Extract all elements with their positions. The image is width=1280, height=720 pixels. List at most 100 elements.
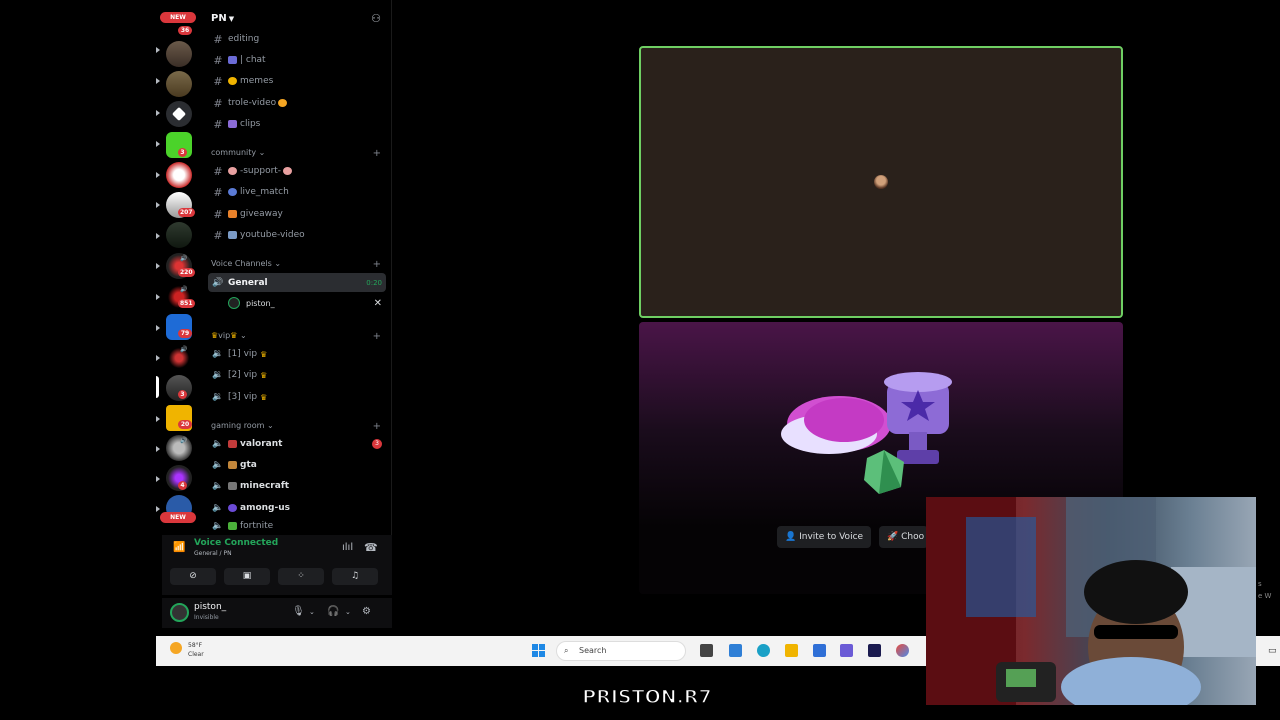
category-community[interactable]: community ⌄ + [211,148,381,159]
chevron-down-icon[interactable]: ⌄ [309,608,315,616]
member-name: piston_ [246,298,275,308]
microphone-icon[interactable]: 🎙 [292,606,305,617]
channel-editing[interactable]: # editing [208,30,386,48]
category-voice-channels[interactable]: Voice Channels ⌄ + [211,259,381,270]
server-icon[interactable] [166,71,192,97]
category-vip[interactable]: ♛vip♛ ⌄ + [211,331,381,342]
channel-live-match[interactable]: # live_match [208,183,386,201]
voice-channel-vip-1[interactable]: 🔉 [1] vip ♛ [208,345,386,363]
store-icon[interactable] [729,644,742,657]
voice-channel-vip-2[interactable]: 🔉 [2] vip ♛ [208,366,386,384]
add-channel-icon[interactable]: + [373,421,381,432]
hash-icon: # [213,117,223,131]
server-icon[interactable] [166,345,192,371]
expand-arrow-icon [156,172,160,178]
screen-share-button[interactable]: ▣ [224,568,270,585]
category-gaming-room[interactable]: gaming room ⌄ + [211,421,381,432]
mention-badge: 851 [178,299,195,308]
channel-giveaway[interactable]: # giveaway [208,205,386,223]
voice-channel-minecraft[interactable]: 🔈 minecraft [208,477,386,495]
category-label: gaming room [211,421,265,430]
channel-support[interactable]: # -support- [208,162,386,180]
copilot-icon[interactable] [896,644,909,657]
participant-tile[interactable] [639,46,1123,318]
noise-suppression-icon[interactable]: ılıl [342,542,353,553]
avatar[interactable] [170,603,189,622]
channel-clips[interactable]: # clips [208,115,386,133]
voice-member-piston[interactable]: piston_ ✕ [228,294,386,312]
channel-emoji-icon [278,99,288,107]
windows-start-icon[interactable] [532,644,546,658]
expand-arrow-icon [156,325,160,331]
voice-channel-vip-3[interactable]: 🔉 [3] vip ♛ [208,388,386,406]
tray-icon[interactable]: ▭ [1268,646,1277,656]
speaker-icon: 🔈 [212,503,224,513]
speaker-icon: 🔊 [180,346,188,353]
server-icon[interactable] [166,222,192,248]
temperature: 58°F [188,642,203,649]
mention-badge: 36 [178,26,192,35]
server-name-header[interactable]: PN ▼ [211,13,234,24]
edge-caption: s e W [1258,578,1271,602]
hash-icon: # [213,207,223,221]
server-name: PN [211,13,227,24]
crown-icon: ♛ [260,392,268,402]
expand-arrow-icon [156,141,160,147]
voice-channel-valorant[interactable]: 🔈 valorant 3 [208,435,386,453]
edge-caption-line: e W [1258,592,1272,600]
taskbar-search[interactable]: ⌕ Search [556,641,686,661]
hash-icon: # [213,32,223,46]
expand-arrow-icon [156,110,160,116]
crown-icon: ♛ [260,349,268,359]
add-channel-icon[interactable]: + [373,331,381,342]
server-icon[interactable] [166,101,192,127]
expand-arrow-icon [156,355,160,361]
voice-channel-fortnite[interactable]: 🔈 fortnite [208,519,386,533]
server-icon[interactable] [166,41,192,67]
outlook-icon[interactable] [813,644,826,657]
channel-chat[interactable]: # | chat [208,51,386,69]
voice-channel-among-us[interactable]: 🔈 among-us [208,499,386,517]
channel-memes[interactable]: # memes [208,72,386,90]
expand-arrow-icon [156,294,160,300]
add-channel-icon[interactable]: + [373,259,381,270]
voice-channel-general[interactable]: 🔊 General 0:20 [208,273,386,292]
avatar [874,175,888,189]
channel-trole-video[interactable]: # trole-video [208,94,386,112]
chevron-down-icon[interactable]: ⌄ [345,608,351,616]
activities-button[interactable]: ⁘ [278,568,324,585]
disconnect-icon[interactable]: ☎ [364,541,378,554]
channel-label: among-us [240,503,290,513]
expand-arrow-icon [156,476,160,482]
server-icon[interactable] [166,162,192,188]
voice-channel-gta[interactable]: 🔈 gta [208,456,386,474]
weather-condition: Clear [188,651,204,658]
voice-connected-panel: 📶 Voice Connected General / PN ılıl ☎ ⊘ … [162,535,392,595]
channel-emoji-icon [228,120,237,128]
server-icon[interactable] [166,435,192,461]
invite-to-voice-button[interactable]: 👤 Invite to Voice [777,526,872,548]
channel-emoji-icon [228,77,237,85]
premiere-icon[interactable] [868,644,881,657]
speaker-icon: 🔈 [212,460,224,470]
username[interactable]: piston_ [194,602,226,612]
hash-icon: # [213,164,223,178]
channel-youtube-video[interactable]: # youtube-video [208,226,386,244]
file-explorer-icon[interactable] [785,644,798,657]
voice-location[interactable]: General / PN [194,550,232,557]
choose-activity-button[interactable]: 🚀 Choo [879,526,929,548]
invite-people-icon[interactable]: ⚇ [371,12,381,25]
add-channel-icon[interactable]: + [373,148,381,159]
teams-icon[interactable] [840,644,853,657]
voice-status[interactable]: Voice Connected [194,538,278,548]
channel-label: clips [240,119,261,129]
weather-widget[interactable]: 58°F Clear [188,641,204,659]
soundboard-button[interactable]: ♫ [332,568,378,585]
channel-emoji-icon [228,482,237,490]
settings-gear-icon[interactable]: ⚙ [362,606,371,617]
camera-off-button[interactable]: ⊘ [170,568,216,585]
headphones-icon[interactable]: 🎧 [327,606,339,617]
task-view-icon[interactable] [700,644,713,657]
user-status: Invisible [194,614,219,621]
edge-browser-icon[interactable] [757,644,770,657]
